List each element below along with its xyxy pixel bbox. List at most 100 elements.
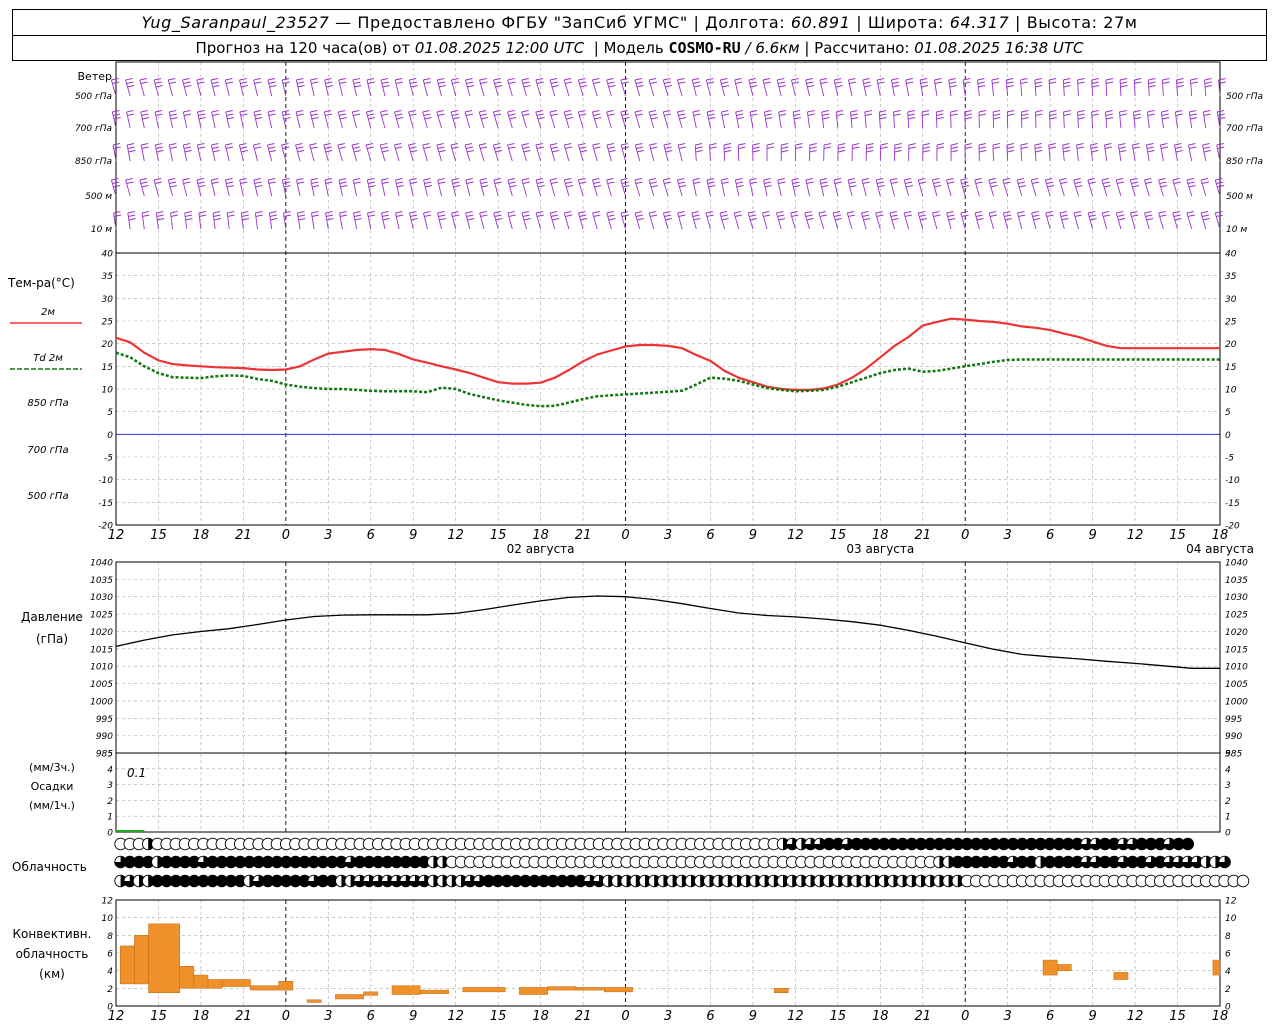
wind-barb-feather: [255, 214, 263, 217]
wind-barb-icon: [804, 211, 814, 230]
wind-barb-feather: [852, 146, 860, 149]
wind-barb-staff: [991, 79, 994, 97]
wind-barb-feather: [922, 150, 930, 153]
wind-barb-icon: [878, 110, 887, 129]
wind-barb-staff: [167, 179, 174, 197]
wind-barb-feather: [169, 143, 177, 146]
wind-barb-feather: [863, 85, 872, 88]
wind-barb-feather: [809, 146, 817, 149]
x-tick-label: 9: [1088, 1009, 1096, 1024]
wind-barb-icon: [676, 178, 687, 197]
wind-barb-feather: [168, 78, 176, 81]
y-tick-label-right: 1030: [1225, 593, 1248, 603]
wind-barb-feather: [408, 143, 416, 146]
wind-barb-icon: [794, 143, 803, 162]
wind-barb-feather: [864, 113, 873, 116]
wind-barb-icon: [876, 78, 885, 97]
wind-barb-feather: [1102, 181, 1110, 184]
wind-barb-icon: [723, 143, 732, 162]
wind-barb-staff: [507, 179, 513, 197]
wind-barb-staff: [946, 212, 952, 230]
x-tick-label: 3: [664, 528, 672, 543]
wind-barb-feather: [664, 214, 672, 217]
wind-barb-icon: [848, 78, 857, 97]
wind-barb-feather: [1020, 78, 1028, 81]
wind-barb-icon: [436, 78, 446, 97]
wind-barb-staff: [409, 212, 414, 230]
wind-barb-feather: [1190, 117, 1198, 120]
wind-barb-icon: [141, 211, 150, 230]
wind-barb-feather: [437, 81, 446, 84]
wind-barb-feather: [781, 143, 789, 146]
wind-barb-icon: [1117, 143, 1127, 162]
wind-barb-staff: [111, 111, 117, 129]
wind-barb-feather: [522, 113, 530, 116]
cloud-cover-icon: [1236, 874, 1250, 888]
x-tick-label: 0: [621, 528, 629, 543]
wind-barb-feather: [793, 185, 801, 188]
wind-barb-feather: [621, 143, 629, 146]
wind-barb-icon: [847, 178, 857, 197]
wind-barb-icon: [112, 143, 121, 162]
wind-barb-feather: [723, 143, 732, 146]
wind-barb-icon: [706, 110, 716, 129]
wind-barb-feather: [974, 211, 983, 214]
wind-barb-staff: [182, 79, 188, 97]
wind-barb-feather: [283, 117, 291, 120]
wind-barb-icon: [423, 211, 432, 230]
wind-barb-staff: [1049, 111, 1051, 129]
wind-barb-feather: [564, 178, 572, 181]
wind-barb-staff: [367, 212, 372, 230]
wind-barb-feather: [1131, 214, 1139, 217]
wind-barb-feather: [409, 113, 417, 116]
wind-barb-icon: [549, 110, 558, 129]
wind-barb-feather: [950, 146, 959, 149]
wind-barb-feather: [1189, 113, 1197, 116]
wind-barb-icon: [577, 78, 588, 97]
wind-barb-feather: [636, 150, 645, 153]
wind-barb-feather: [678, 185, 687, 188]
wind-level-label-right: 850 гПа: [1226, 157, 1263, 167]
y-tick-label-right: -15: [1225, 499, 1240, 509]
wind-barb-icon: [1101, 178, 1111, 197]
wind-barb-feather: [382, 85, 390, 88]
wind-barb-icon: [606, 143, 616, 162]
wind-barb-feather: [169, 185, 177, 188]
wind-barb-feather: [1161, 117, 1170, 120]
wind-barb-feather: [936, 110, 944, 113]
wind-barb-feather: [481, 185, 489, 188]
wind-barb-icon: [692, 110, 701, 129]
convective-bar: [207, 979, 223, 989]
wind-barb-feather: [382, 218, 390, 221]
wind-barb-staff: [1090, 144, 1094, 162]
wind-barb-feather: [1063, 113, 1071, 116]
wind-barb-icon: [1020, 110, 1029, 129]
wind-barb-feather: [522, 146, 530, 149]
wind-barb-icon: [1216, 110, 1226, 129]
wind-barb-feather: [665, 150, 673, 153]
wind-barb-icon: [978, 143, 987, 162]
wind-barb-feather: [550, 181, 559, 184]
wind-barb-feather: [606, 78, 614, 81]
wind-barb-staff: [451, 179, 457, 197]
wind-barb-feather: [1173, 181, 1181, 184]
wind-barb-icon: [422, 143, 431, 162]
wind-barb-feather: [736, 113, 744, 116]
wind-barb-feather: [183, 113, 192, 116]
wind-barb-feather: [793, 117, 802, 120]
x-tick-label: 12: [447, 528, 464, 543]
x-tick-label: 6: [706, 1009, 714, 1024]
wind-barb-feather: [1118, 146, 1126, 149]
wind-barb-icon: [935, 110, 944, 129]
wind-barb-staff: [184, 212, 188, 230]
wind-barb-feather: [636, 218, 644, 221]
wind-barb-staff: [962, 79, 966, 97]
wind-barb-feather: [1147, 113, 1155, 116]
wind-barb-staff: [776, 79, 782, 97]
convective-bar: [773, 988, 789, 993]
wind-barb-staff: [720, 111, 726, 129]
wind-barb-feather: [678, 117, 687, 120]
wind-barb-feather: [876, 178, 884, 181]
wind-barb-feather: [550, 178, 558, 181]
wind-barb-staff: [748, 79, 754, 97]
